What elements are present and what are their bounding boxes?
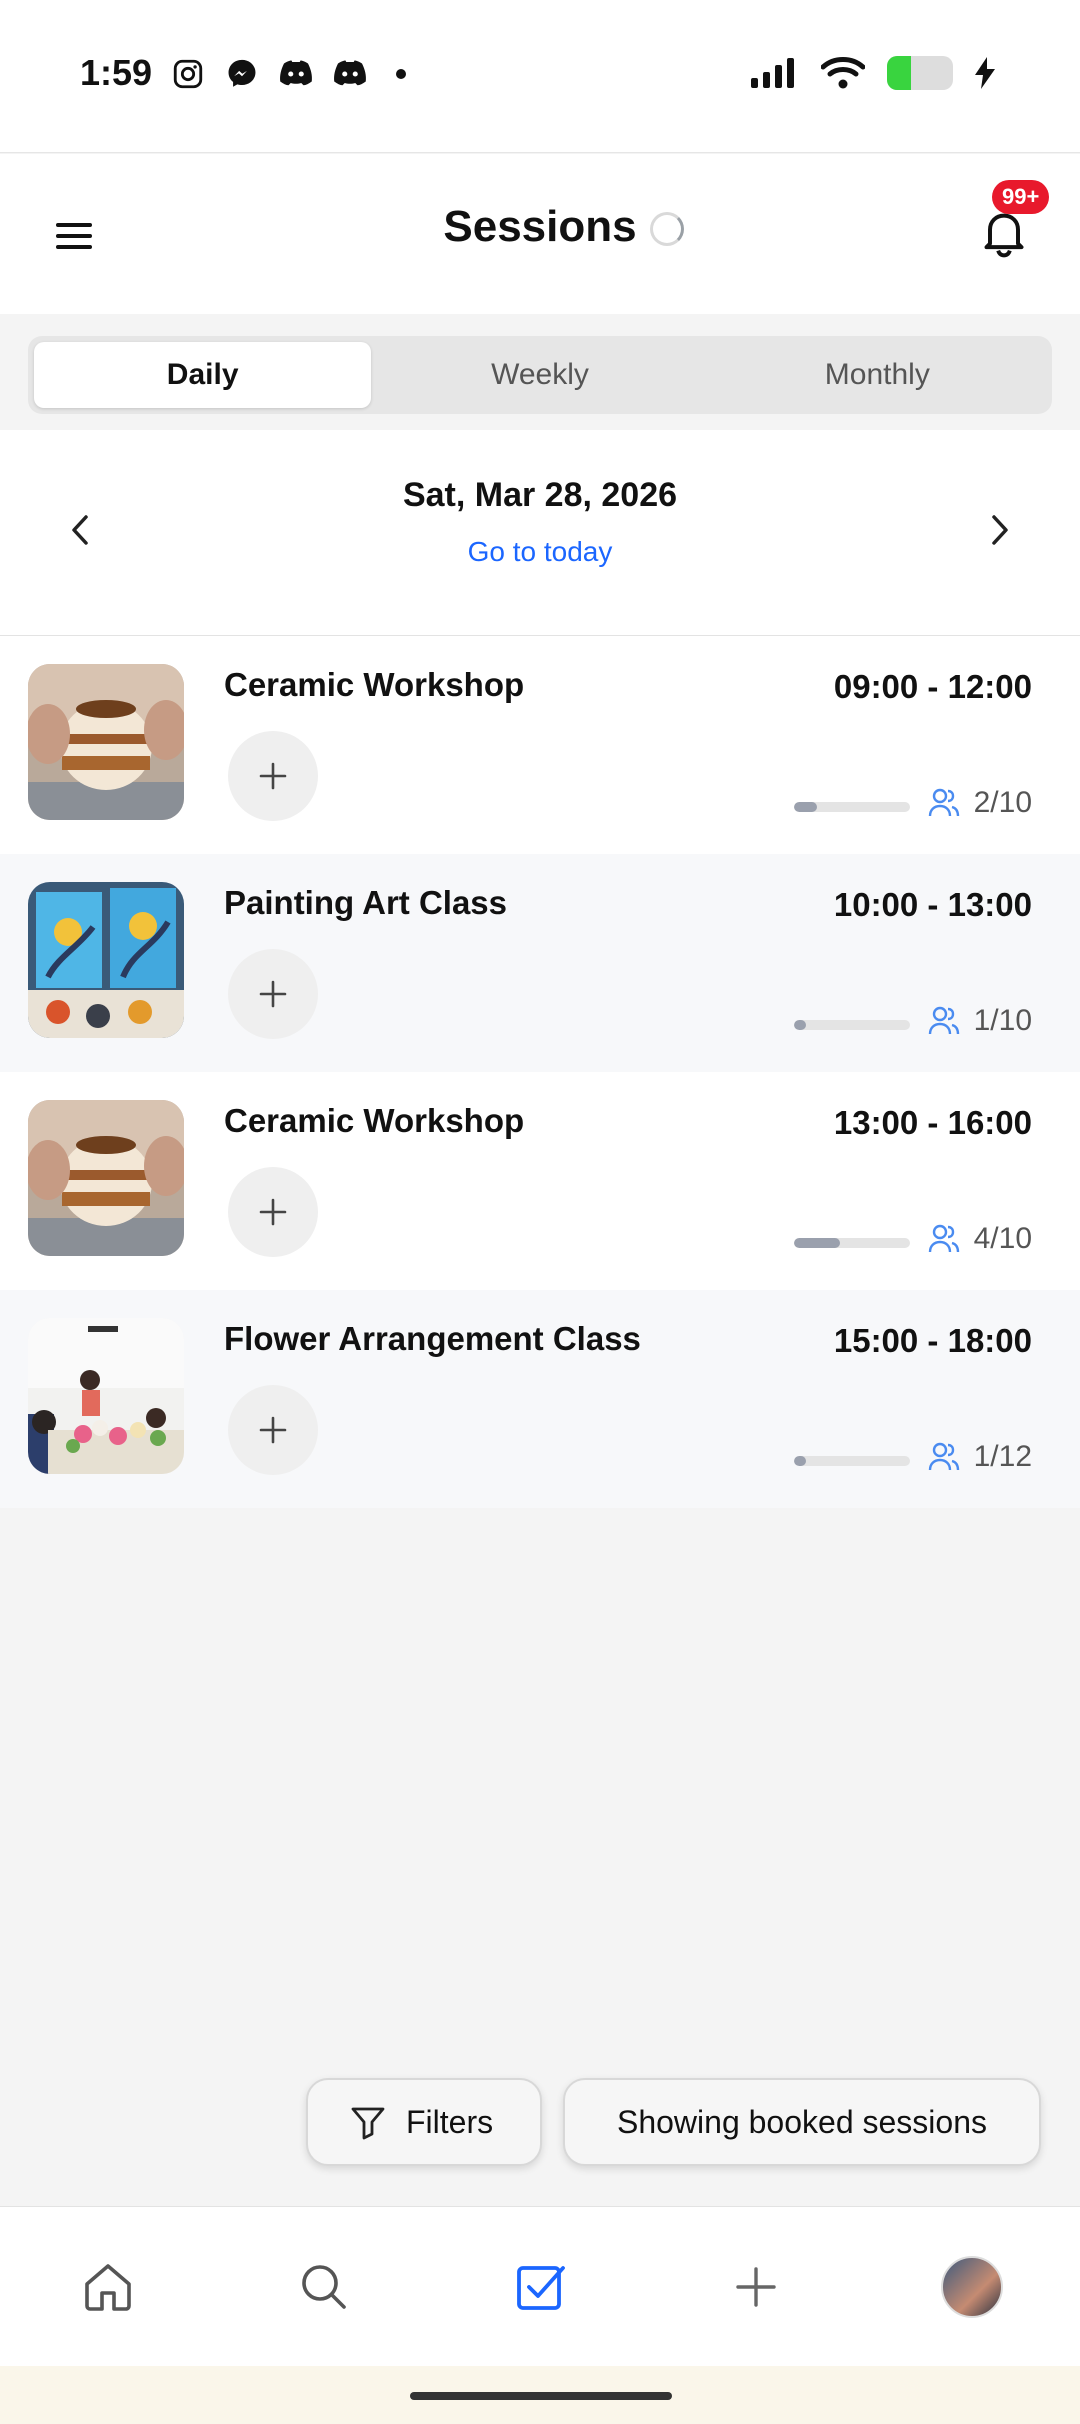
check-square-icon xyxy=(517,2266,565,2310)
capacity-progress-bar xyxy=(794,1456,910,1466)
people-icon xyxy=(928,1004,960,1038)
session-title: Ceramic Workshop xyxy=(224,666,525,703)
discord-icon xyxy=(332,56,368,92)
go-to-today-link[interactable]: Go to today xyxy=(0,536,1080,568)
people-icon xyxy=(928,1440,960,1474)
session-row[interactable]: Ceramic Workshop 13:00 - 16:00 4/10 xyxy=(0,1072,1080,1290)
nav-profile[interactable] xyxy=(864,2207,1080,2367)
painting-class-thumbnail xyxy=(28,882,184,1038)
capacity-fill xyxy=(794,1020,806,1030)
capacity-fill xyxy=(794,802,818,812)
filter-icon xyxy=(351,2107,385,2140)
signal-icon xyxy=(751,58,794,88)
avatar xyxy=(941,2256,1003,2318)
filters-label: Filters xyxy=(406,2103,494,2140)
capacity-progress-bar xyxy=(794,1020,910,1030)
chevron-right-icon[interactable] xyxy=(980,505,1020,555)
session-row[interactable]: Painting Art Class 10:00 - 13:00 1/10 xyxy=(0,854,1080,1072)
capacity-fill xyxy=(794,1456,806,1466)
search-icon xyxy=(302,2265,346,2309)
filters-button[interactable]: Filters xyxy=(306,2078,542,2166)
session-time: 09:00 - 12:00 xyxy=(833,668,1032,705)
nav-create[interactable] xyxy=(648,2207,864,2367)
status-time: 1:59 xyxy=(80,52,153,93)
booked-sessions-toggle[interactable]: Showing booked sessions xyxy=(563,2078,1041,2166)
nav-sessions[interactable] xyxy=(432,2207,648,2367)
charging-icon xyxy=(975,57,995,89)
discord-icon xyxy=(278,56,314,92)
messenger-icon xyxy=(224,56,260,92)
bottom-navigation xyxy=(0,2206,1080,2367)
session-title: Flower Arrangement Class xyxy=(224,1320,641,1357)
booking-count: 1/10 xyxy=(973,1004,1032,1037)
gesture-area xyxy=(0,2366,1080,2424)
flower-class-thumbnail xyxy=(28,1318,184,1474)
app-header: Sessions xyxy=(0,154,1080,314)
view-tabs: Daily Weekly Monthly xyxy=(28,336,1052,414)
loading-spinner-icon xyxy=(650,212,684,246)
session-time: 10:00 - 13:00 xyxy=(833,886,1032,923)
capacity-progress-bar xyxy=(794,802,910,812)
booking-count: 1/12 xyxy=(973,1440,1032,1473)
add-booking-button[interactable] xyxy=(228,949,318,1039)
people-icon xyxy=(928,786,960,820)
system-status-icons xyxy=(749,56,995,90)
nav-search[interactable] xyxy=(216,2207,432,2367)
instagram-icon xyxy=(170,56,206,92)
tab-monthly[interactable]: Monthly xyxy=(709,342,1046,408)
notification-badge: 99+ xyxy=(992,180,1050,214)
tab-daily[interactable]: Daily xyxy=(34,342,372,408)
date-navigator: Sat, Mar 28, 2026 Go to today xyxy=(0,430,1080,636)
page-title: Sessions xyxy=(443,202,637,251)
capacity-fill xyxy=(794,1238,841,1248)
home-icon xyxy=(85,2264,131,2311)
current-date: Sat, Mar 28, 2026 xyxy=(402,476,678,514)
session-row[interactable]: Flower Arrangement Class 15:00 - 18:00 1… xyxy=(0,1290,1080,1508)
session-time: 13:00 - 16:00 xyxy=(833,1104,1032,1141)
booking-count: 2/10 xyxy=(973,786,1032,819)
notification-icons xyxy=(170,56,406,92)
session-list: Ceramic Workshop 09:00 - 12:00 2/10 Pain… xyxy=(0,636,1080,1508)
capacity-progress-bar xyxy=(794,1238,910,1248)
status-bar: 1:59 xyxy=(0,0,1080,153)
session-title: Ceramic Workshop xyxy=(224,1102,525,1139)
wifi-icon xyxy=(821,57,865,89)
booking-count: 4/10 xyxy=(973,1222,1032,1255)
home-indicator[interactable] xyxy=(410,2392,672,2400)
add-booking-button[interactable] xyxy=(228,1385,318,1475)
ceramic-pot-thumbnail xyxy=(28,1100,184,1256)
booked-sessions-label: Showing booked sessions xyxy=(616,2103,987,2140)
session-title: Painting Art Class xyxy=(224,884,507,921)
ceramic-pot-thumbnail xyxy=(28,664,184,820)
people-icon xyxy=(928,1222,960,1256)
tab-weekly[interactable]: Weekly xyxy=(371,342,708,408)
session-time: 15:00 - 18:00 xyxy=(833,1322,1032,1359)
add-booking-button[interactable] xyxy=(228,1167,318,1257)
session-row[interactable]: Ceramic Workshop 09:00 - 12:00 2/10 xyxy=(0,636,1080,854)
battery-icon xyxy=(887,56,953,90)
plus-icon xyxy=(736,2267,776,2307)
nav-home[interactable] xyxy=(0,2207,216,2367)
more-notifications-dot xyxy=(396,69,406,79)
add-booking-button[interactable] xyxy=(228,731,318,821)
